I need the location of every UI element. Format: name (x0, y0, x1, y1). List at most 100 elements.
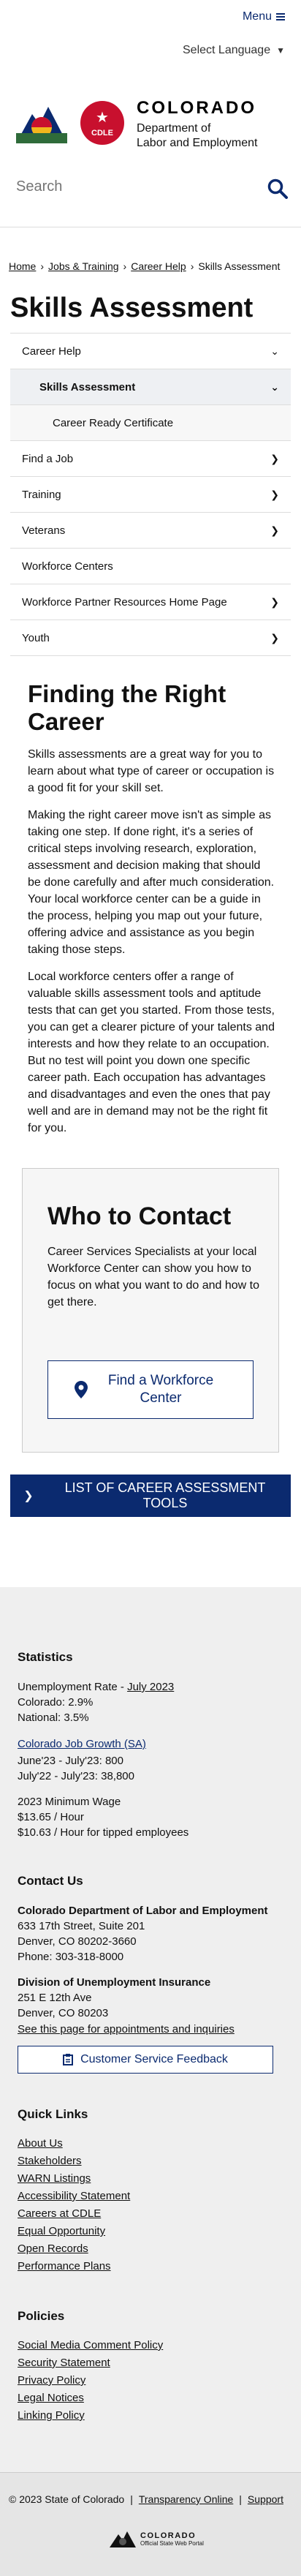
logo-title: COLORADO (137, 98, 256, 118)
dept-address-1: 633 17th Street, Suite 201 (18, 1920, 145, 1932)
quick-link[interactable]: Stakeholders (18, 2153, 288, 2170)
career-assessment-tools-label: LIST OF CAREER ASSESSMENT TOOLS (64, 1480, 266, 1510)
job-growth-2: July'22 - July'23: 38,800 (18, 1770, 134, 1782)
nav-item-career-help[interactable]: Career Help ⌄ (10, 334, 291, 369)
menu-label: Menu (242, 10, 272, 23)
quick-link[interactable]: Accessibility Statement (18, 2188, 288, 2205)
unemployment-rate: Unemployment Rate - July 2023 (18, 1679, 288, 1695)
quick-link[interactable]: WARN Listings (18, 2170, 288, 2188)
division-name: Division of Unemployment Insurance (18, 1976, 211, 1989)
min-wage-1: $13.65 / Hour (18, 1811, 84, 1823)
footer-bottom-bar: © 2023 State of Colorado | Transparency … (0, 2472, 301, 2576)
main-content: Finding the Right Career Skills assessme… (28, 680, 276, 1137)
site-footer: Statistics Unemployment Rate - July 2023… (0, 1587, 301, 2576)
search-input[interactable] (16, 178, 250, 195)
breadcrumb: Home › Jobs & Training › Career Help › Skil… (9, 260, 280, 272)
clipboard-icon (63, 2054, 74, 2065)
division-address-2: Denver, CO 80203 (18, 2007, 109, 2019)
site-logo[interactable]: ★ CDLE COLORADO Department of Labor and … (16, 95, 294, 154)
side-navigation: Career Help ⌄ Skills Assessment ⌄ Career… (10, 333, 291, 656)
nav-item-workforce-centers[interactable]: Workforce Centers (10, 549, 291, 584)
colorado-rate: Colorado: 2.9% (18, 1696, 94, 1709)
job-growth-link[interactable]: Colorado Job Growth (SA) (18, 1736, 288, 1753)
who-to-contact-box: Who to Contact Career Services Specialis… (22, 1168, 279, 1453)
chevron-right-icon: ❯ (270, 524, 279, 536)
nav-item-career-ready-certificate[interactable]: Career Ready Certificate (10, 405, 291, 441)
quick-link[interactable]: About Us (18, 2135, 288, 2153)
dept-name: Colorado Department of Labor and Employm… (18, 1905, 268, 1917)
cdle-badge: ★ CDLE (80, 101, 124, 145)
unemployment-label: Unemployment Rate - (18, 1681, 128, 1693)
breadcrumb-jobs-training[interactable]: Jobs & Training (48, 260, 119, 272)
logo-subtitle-2: Labor and Employment (137, 137, 258, 149)
nav-item-veterans[interactable]: Veterans ❯ (10, 513, 291, 549)
nav-item-label: Skills Assessment (39, 380, 136, 393)
policy-link[interactable]: Social Media Comment Policy (18, 2337, 288, 2354)
top-bar: Menu (0, 0, 301, 37)
quick-links-list: About Us Stakeholders WARN Listings Acce… (18, 2135, 288, 2275)
breadcrumb-separator: › (190, 260, 194, 272)
star-icon: ★ (96, 110, 109, 126)
policy-link[interactable]: Privacy Policy (18, 2372, 288, 2389)
logo-subtitle-1: Department of (137, 122, 211, 135)
breadcrumb-separator: › (123, 260, 127, 272)
paragraph: Skills assessments are a great way for y… (28, 748, 275, 794)
policies-heading: Policies (18, 2309, 65, 2323)
portal-title: COLORADO (140, 2531, 197, 2540)
paragraph: Local workforce centers offer a range of… (28, 971, 275, 1134)
customer-feedback-label: Customer Service Feedback (80, 2053, 228, 2065)
nav-item-label: Workforce Centers (22, 560, 113, 573)
page-title: Skills Assessment (10, 293, 254, 323)
colorado-logo-icon (16, 107, 67, 143)
dept-phone: Phone: 303-318-8000 (18, 1951, 124, 1963)
chevron-down-icon: ⌄ (270, 380, 279, 393)
dept-address-2: Denver, CO 80202-3660 (18, 1935, 137, 1948)
separator: | (239, 2493, 242, 2505)
policy-link[interactable]: Legal Notices (18, 2389, 288, 2407)
quick-link[interactable]: Equal Opportunity (18, 2223, 288, 2240)
appointments-link[interactable]: See this page for appointments and inqui… (18, 2021, 288, 2038)
language-label: Select Language (183, 44, 271, 56)
breadcrumb-separator: › (40, 260, 45, 272)
breadcrumb-career-help[interactable]: Career Help (131, 260, 186, 272)
breadcrumb-current: Skills Assessment (198, 260, 281, 272)
map-pin-icon (75, 1381, 88, 1398)
support-link[interactable]: Support (248, 2493, 283, 2505)
contact-us-heading: Contact Us (18, 1874, 83, 1888)
min-wage-2: $10.63 / Hour for tipped employees (18, 1826, 189, 1839)
nav-item-skills-assessment[interactable]: Skills Assessment ⌄ (10, 369, 291, 405)
quick-link[interactable]: Open Records (18, 2240, 288, 2258)
menu-button[interactable]: Menu (243, 10, 285, 23)
policies-list: Social Media Comment Policy Security Sta… (18, 2337, 288, 2425)
cdle-badge-text: CDLE (91, 129, 113, 138)
nav-item-youth[interactable]: Youth ❯ (10, 620, 291, 656)
nav-item-find-a-job[interactable]: Find a Job ❯ (10, 441, 291, 477)
policy-link[interactable]: Linking Policy (18, 2407, 288, 2425)
chevron-down-icon: ⌄ (270, 344, 279, 357)
nav-item-training[interactable]: Training ❯ (10, 477, 291, 513)
nav-item-label: Career Ready Certificate (53, 416, 174, 429)
nav-item-label: Youth (22, 631, 50, 644)
quick-link[interactable]: Performance Plans (18, 2258, 288, 2275)
section-heading: Finding the Right Career (28, 680, 226, 735)
nav-item-label: Veterans (22, 524, 66, 537)
language-select[interactable]: Select Language ▼ (183, 44, 285, 57)
quick-links-heading: Quick Links (18, 2107, 88, 2121)
breadcrumb-home[interactable]: Home (9, 260, 36, 272)
unemployment-link[interactable]: July 2023 (127, 1681, 174, 1693)
search-icon[interactable] (267, 178, 288, 199)
transparency-link[interactable]: Transparency Online (139, 2493, 233, 2505)
find-workforce-center-label: Find a Workforce Center (107, 1373, 214, 1406)
customer-feedback-button[interactable]: Customer Service Feedback (18, 2046, 273, 2074)
paragraph: Making the right career move isn't as si… (28, 809, 275, 956)
colorado-portal-logo[interactable]: COLORADO Official State Web Portal (110, 2530, 204, 2547)
contact-text: Career Services Specialists at your loca… (47, 1246, 259, 1308)
career-assessment-tools-toggle[interactable]: ❯ LIST OF CAREER ASSESSMENT TOOLS (10, 1475, 291, 1517)
contact-heading: Who to Contact (47, 1202, 232, 1230)
chevron-right-icon: ❯ (270, 595, 279, 608)
find-workforce-center-button[interactable]: Find a Workforce Center (47, 1360, 254, 1419)
policy-link[interactable]: Security Statement (18, 2354, 288, 2372)
chevron-down-icon: ▼ (276, 45, 285, 56)
quick-link[interactable]: Careers at CDLE (18, 2205, 288, 2223)
nav-item-workforce-partner-resources[interactable]: Workforce Partner Resources Home Page ❯ (10, 584, 291, 620)
